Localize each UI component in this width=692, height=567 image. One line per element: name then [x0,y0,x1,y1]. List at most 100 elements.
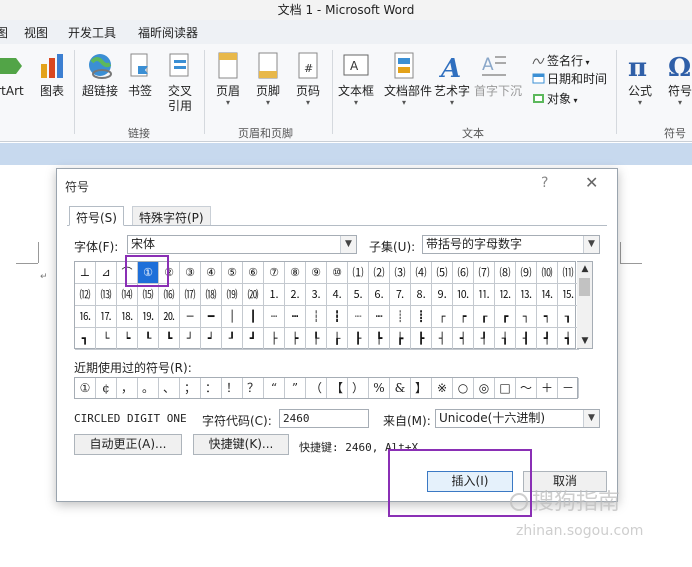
recent-symbol-cell[interactable]: ！ [222,378,243,398]
menu-tab-partial[interactable]: 图 [0,24,8,41]
symbol-cell[interactable]: ⑥ [243,262,264,284]
symbol-cell[interactable]: ┣ [411,328,432,350]
symbol-cell[interactable]: ⒇ [243,284,264,306]
symbol-cell[interactable]: ⑺ [474,262,495,284]
symbol-cell[interactable]: ④ [201,262,222,284]
symbol-cell[interactable]: ┦ [474,328,495,350]
symbol-cell[interactable]: ┧ [495,328,516,350]
symbol-cell[interactable]: ┓ [75,328,96,350]
scrollbar-thumb[interactable] [579,278,590,296]
symbol-cell[interactable]: ┎ [474,306,495,328]
symbol-cell[interactable]: ⒚ [138,306,159,328]
smartart-button[interactable]: rtArt [0,52,30,99]
font-select[interactable]: 宋体 ▼ [127,235,357,254]
symbol-cell[interactable]: ┩ [537,328,558,350]
symbol-cell[interactable]: ⑤ [222,262,243,284]
textbox-button[interactable]: A 文本框 ▾ [336,52,376,107]
recent-symbol-cell[interactable]: ； [180,378,201,398]
symbol-cell[interactable]: ┄ [264,306,285,328]
recent-symbol-cell[interactable]: － [558,378,579,398]
symbol-cell[interactable]: ⑵ [369,262,390,284]
scroll-up-icon[interactable]: ▲ [577,262,593,276]
signature-line-command[interactable]: 签名行 ▾ [532,52,590,69]
symbol-cell[interactable]: ⒖ [558,284,579,306]
symbol-cell[interactable]: ├ [264,328,285,350]
symbol-cell[interactable]: ┞ [306,328,327,350]
recent-symbol-cell[interactable]: % [369,378,390,398]
recent-symbol-cell[interactable]: 】 [411,378,432,398]
tab-symbols[interactable]: 符号(S) [69,206,124,226]
bookmark-button[interactable]: 书签 [120,52,160,99]
recent-symbol-cell[interactable]: 【 [327,378,348,398]
symbol-cell[interactable]: ⊿ [96,262,117,284]
symbol-grid-scrollbar[interactable]: ▲ ▼ [577,261,593,349]
symbol-cell[interactable]: └ [96,328,117,350]
symbol-cell[interactable]: ⑶ [390,262,411,284]
symbol-cell[interactable]: ┇ [327,306,348,328]
symbol-cell[interactable]: ┘ [180,328,201,350]
symbol-cell[interactable]: ┆ [306,306,327,328]
symbol-cell[interactable]: ⑦ [264,262,285,284]
symbol-cell[interactable]: ⑸ [432,262,453,284]
symbol-cell[interactable]: ─ [180,306,201,328]
symbol-cell[interactable]: ┈ [348,306,369,328]
recent-symbol-cell[interactable]: ， [117,378,138,398]
recent-symbol-cell[interactable]: 、 [159,378,180,398]
symbol-cell[interactable]: ⑩ [327,262,348,284]
recent-symbol-cell[interactable]: ◎ [474,378,495,398]
cross-reference-button[interactable]: 交叉 引用 [160,52,200,114]
symbol-cell[interactable]: ⒗ [75,306,96,328]
recent-symbol-cell[interactable]: ？ [243,378,264,398]
help-icon[interactable]: ? [541,175,548,191]
recent-symbol-cell[interactable]: & [390,378,411,398]
symbol-cell[interactable]: ⒏ [411,284,432,306]
tab-special-characters[interactable]: 特殊字符(P) [132,206,211,226]
symbol-cell[interactable]: ⒌ [348,284,369,306]
symbol-cell[interactable]: ┢ [390,328,411,350]
symbol-cell[interactable]: ⒎ [390,284,411,306]
quick-parts-button[interactable]: 文档部件 ▾ [384,52,432,107]
symbol-cell[interactable]: ⒂ [138,284,159,306]
symbol-cell[interactable]: ⒐ [432,284,453,306]
footer-button[interactable]: 页脚 ▾ [248,52,288,107]
symbol-cell[interactable]: ┌ [432,306,453,328]
symbol-cell[interactable]: ⑨ [306,262,327,284]
symbol-cell[interactable]: ⒈ [264,284,285,306]
recent-symbols-row[interactable]: ① ¢，。、；：！？ “” （【）% &】 ※ ○ ◎ □ ～＋－ [74,377,579,399]
symbol-cell[interactable]: ┙ [201,328,222,350]
chart-button[interactable]: 图表 [32,52,72,99]
symbol-cell[interactable]: ⒁ [117,284,138,306]
symbol-cell[interactable]: ⑼ [516,262,537,284]
symbol-cell[interactable]: ┒ [558,306,579,328]
recent-symbol-cell[interactable]: ： [201,378,222,398]
symbol-cell[interactable]: ┨ [516,328,537,350]
symbol-cell[interactable]: ⒔ [516,284,537,306]
symbol-cell[interactable]: ⒙ [117,306,138,328]
symbol-cell[interactable]: ⑷ [411,262,432,284]
symbol-cell[interactable]: ⒒ [474,284,495,306]
symbol-cell[interactable]: ② [159,262,180,284]
symbol-cell[interactable]: ┠ [348,328,369,350]
symbol-cell[interactable]: ┥ [453,328,474,350]
symbol-cell[interactable]: ┉ [369,306,390,328]
header-button[interactable]: 页眉 ▾ [208,52,248,107]
symbol-cell[interactable]: ┊ [390,306,411,328]
symbol-cell[interactable]: ┃ [243,306,264,328]
recent-symbol-cell[interactable]: □ [495,378,516,398]
symbol-cell[interactable]: ┗ [159,328,180,350]
symbol-cell[interactable]: ┚ [222,328,243,350]
symbol-cell[interactable]: ┝ [285,328,306,350]
symbol-cell[interactable]: ⑻ [495,262,516,284]
symbol-cell[interactable]: ┅ [285,306,306,328]
symbol-cell[interactable]: ⊥ [75,262,96,284]
date-time-command[interactable]: 日期和时间 [532,70,607,87]
symbol-cell[interactable]: ┤ [432,328,453,350]
symbol-button[interactable]: Ω 符号 ▾ [660,52,692,107]
recent-symbol-cell[interactable]: ¢ [96,378,117,398]
symbol-cell[interactable]: ⑴ [348,262,369,284]
symbol-cell[interactable]: ⒑ [453,284,474,306]
symbol-cell[interactable]: ⒀ [96,284,117,306]
symbol-cell[interactable]: ┕ [117,328,138,350]
symbol-cell-selected[interactable]: ① [138,262,159,284]
dropcap-button[interactable]: A 首字下沉 [474,52,522,99]
